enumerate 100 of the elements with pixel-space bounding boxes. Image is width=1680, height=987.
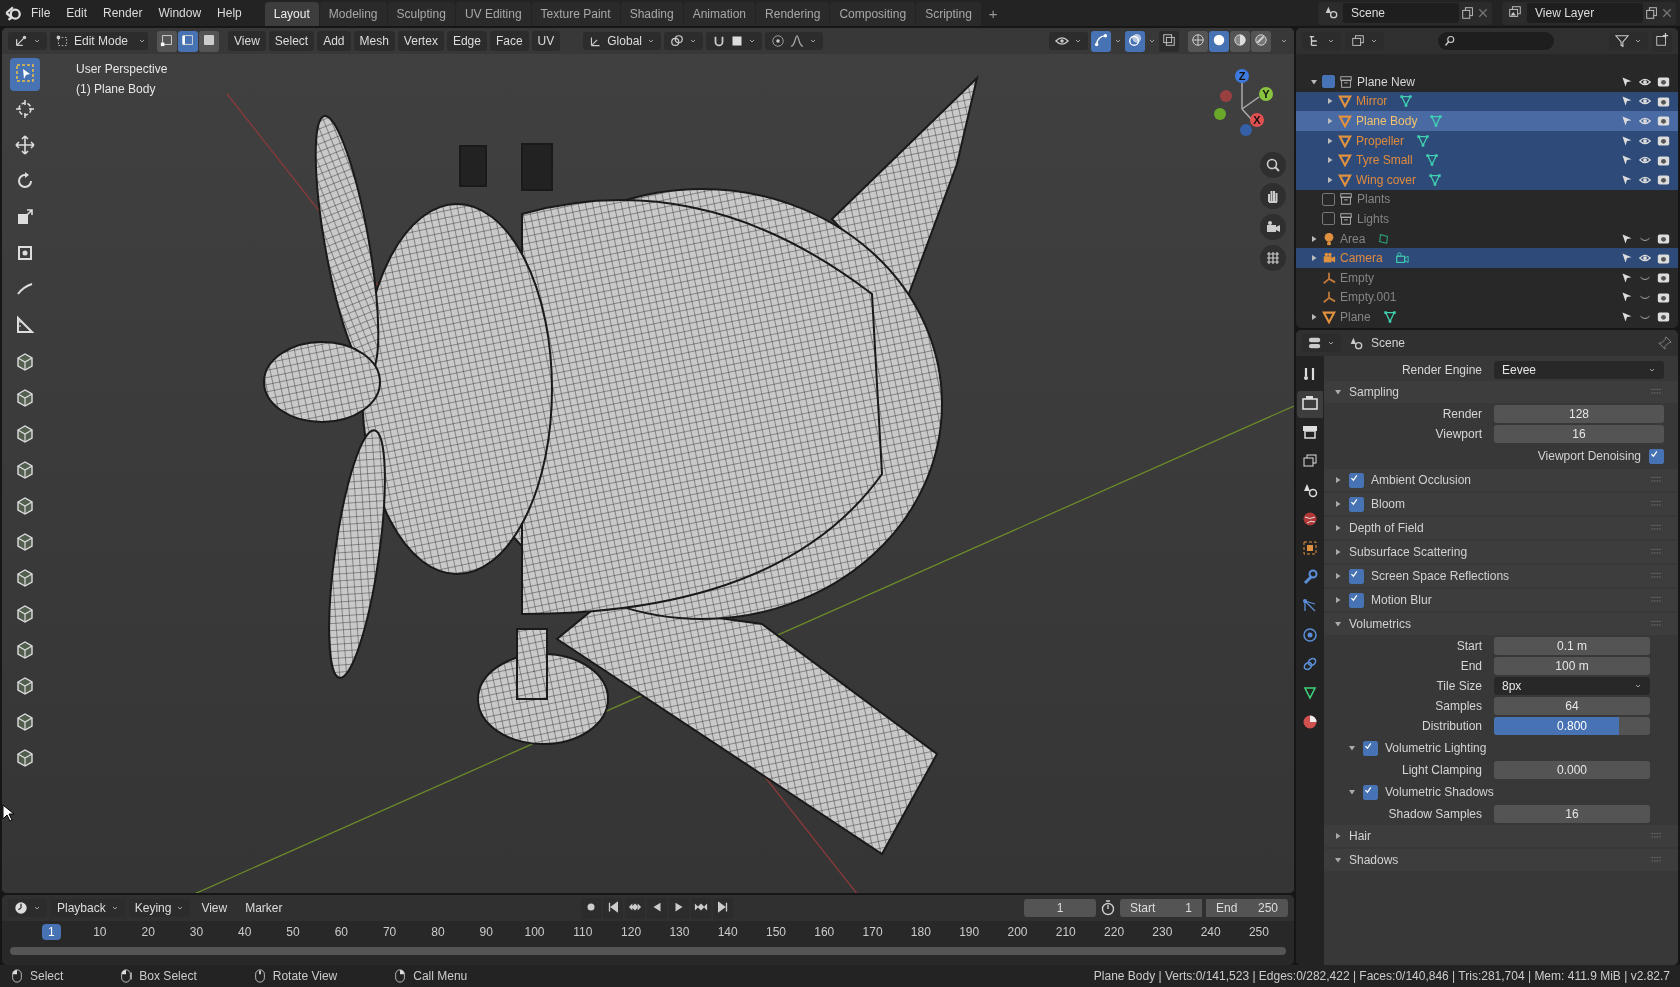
- panel-title[interactable]: Volumetric Lighting: [1385, 741, 1487, 755]
- outliner-row[interactable]: Plane New: [1296, 72, 1678, 92]
- field-label: Start: [1130, 901, 1156, 915]
- end-frame-field[interactable]: End 250: [1206, 899, 1288, 917]
- workspace-tab[interactable]: Sculpting: [387, 2, 455, 26]
- panel-title[interactable]: Depth of Field: [1349, 521, 1424, 535]
- menu-label: Playback: [57, 901, 106, 915]
- dropdown-value: 8px: [1502, 678, 1522, 695]
- workspace-tab[interactable]: Shading: [620, 2, 683, 26]
- outliner-row[interactable]: Empty: [1296, 267, 1678, 288]
- object-name: Lights: [1357, 211, 1390, 226]
- menu-dropdown[interactable]: Keying: [128, 899, 191, 917]
- number-field[interactable]: 100 m: [1494, 657, 1650, 675]
- panel-title[interactable]: Volumetrics: [1349, 617, 1412, 631]
- frame-number: 130: [668, 925, 691, 939]
- menu-item[interactable]: Edge: [446, 31, 487, 51]
- mode-label: Edit Mode: [74, 34, 129, 48]
- panel-title[interactable]: Motion Blur: [1371, 593, 1432, 607]
- dropdown-field[interactable]: Eevee: [1494, 361, 1664, 379]
- outliner-row[interactable]: Area: [1296, 228, 1678, 249]
- field-label: Viewport: [1434, 427, 1483, 441]
- workspace-tab[interactable]: Compositing: [830, 2, 916, 26]
- mode-dropdown[interactable]: Edit Mode: [50, 32, 148, 50]
- scene-field[interactable]: Scene: [1343, 3, 1459, 23]
- number-field[interactable]: 128: [1494, 405, 1664, 423]
- panel-title[interactable]: Hair: [1349, 829, 1371, 843]
- frame-number: 30: [188, 925, 205, 939]
- workspace-tab[interactable]: Texture Paint: [531, 2, 620, 26]
- panel-title[interactable]: Shadows: [1349, 853, 1399, 867]
- gizmo-axis-handle[interactable]: Y: [1259, 87, 1273, 101]
- gizmo-axis-handle[interactable]: Z: [1235, 69, 1249, 83]
- frame-number: 140: [716, 925, 739, 939]
- field-label: Shadow Samples: [1387, 807, 1483, 821]
- frame-number: 80: [430, 925, 446, 939]
- outliner-row[interactable]: Plane: [1296, 307, 1678, 327]
- menu-item[interactable]: Window: [151, 3, 209, 23]
- view-layer-field[interactable]: View Layer: [1527, 3, 1643, 23]
- frame-number: 200: [1006, 925, 1029, 939]
- hint-label: Select: [30, 969, 64, 983]
- menu-item[interactable]: Edit: [59, 3, 95, 23]
- menu-item[interactable]: Face: [489, 31, 529, 51]
- number-field[interactable]: 64: [1494, 697, 1650, 715]
- field-label: Tile Size: [1435, 679, 1483, 693]
- object-name: Empty: [1340, 270, 1374, 285]
- outliner-row[interactable]: Empty.001: [1296, 287, 1678, 308]
- menu-item[interactable]: Vertex: [397, 31, 444, 51]
- number-field[interactable]: 0.000: [1494, 761, 1650, 779]
- dropdown-field[interactable]: 8px: [1494, 677, 1650, 695]
- frame-number: 170: [861, 925, 884, 939]
- frame-number: 60: [333, 925, 349, 939]
- frame-number: 240: [1199, 925, 1222, 939]
- object-name: Tyre Small: [1356, 153, 1413, 168]
- menu-item[interactable]: Marker: [238, 898, 290, 918]
- menu-item[interactable]: Add: [317, 31, 351, 51]
- scene-statistics: Plane Body | Verts:0/141,523 | Edges:0/282,422 | Faces:0/140,846 | Tris:281,704 | Mem: 411.9 MiB | v2.82.7: [1093, 969, 1670, 983]
- field-label: Light Clamping: [1400, 763, 1483, 777]
- start-frame-field[interactable]: Start 1: [1120, 899, 1202, 917]
- menu-item[interactable]: Mesh: [353, 31, 395, 51]
- panel-title[interactable]: Bloom: [1371, 497, 1405, 511]
- workspace-tab[interactable]: UV Editing: [455, 2, 531, 26]
- playhead-frame-label[interactable]: 1: [42, 924, 61, 940]
- workspace-tab[interactable]: Layout: [264, 2, 319, 26]
- field-label: End: [1216, 901, 1238, 915]
- field-label: Render Engine: [1400, 363, 1483, 377]
- number-field[interactable]: 16: [1494, 805, 1650, 823]
- object-name: Area: [1340, 231, 1366, 246]
- frame-number: 190: [958, 925, 981, 939]
- workspace-tab[interactable]: Animation: [683, 2, 756, 26]
- object-name: Camera: [1340, 251, 1383, 266]
- frame-number: 250: [1247, 925, 1270, 939]
- menu-item[interactable]: File: [24, 3, 58, 23]
- outliner-row[interactable]: Lights: [1296, 209, 1678, 229]
- hint-label: Rotate View: [272, 969, 338, 983]
- panel-title[interactable]: Volumetric Shadows: [1385, 785, 1494, 799]
- outliner-row[interactable]: Plants: [1296, 189, 1678, 210]
- transform-orientation-dropdown[interactable]: Global: [583, 32, 661, 50]
- menu-item[interactable]: Render: [96, 3, 150, 23]
- number-field[interactable]: 16: [1494, 425, 1664, 443]
- panel-title[interactable]: Ambient Occlusion: [1371, 473, 1472, 487]
- menu-item[interactable]: Select: [268, 31, 315, 51]
- field-label: Start: [1455, 639, 1483, 653]
- hint-label: Box Select: [139, 969, 197, 983]
- menu-item[interactable]: Help: [210, 3, 249, 23]
- slider-field[interactable]: 0.800: [1494, 717, 1650, 735]
- menu-dropdown[interactable]: Playback: [51, 899, 125, 917]
- workspace-tab[interactable]: Scripting: [916, 2, 981, 26]
- object-name: Plane Body: [1356, 114, 1418, 128]
- frame-number: 40: [237, 925, 253, 939]
- number-field[interactable]: 0.1 m: [1494, 637, 1650, 655]
- panel-title[interactable]: Sampling: [1349, 385, 1400, 399]
- gizmo-axis-handle[interactable]: X: [1250, 113, 1264, 127]
- frame-number: 90: [478, 925, 494, 939]
- menu-item[interactable]: UV: [531, 31, 561, 51]
- add-workspace-button[interactable]: +: [982, 2, 1004, 24]
- slider-value: 0.800: [1557, 719, 1587, 733]
- menu-item[interactable]: View: [194, 898, 235, 918]
- current-frame-field[interactable]: 1: [1024, 899, 1096, 917]
- workspace-tab[interactable]: Rendering: [756, 2, 830, 26]
- menu-item[interactable]: View: [228, 31, 266, 51]
- workspace-tab[interactable]: Modeling: [319, 2, 387, 26]
